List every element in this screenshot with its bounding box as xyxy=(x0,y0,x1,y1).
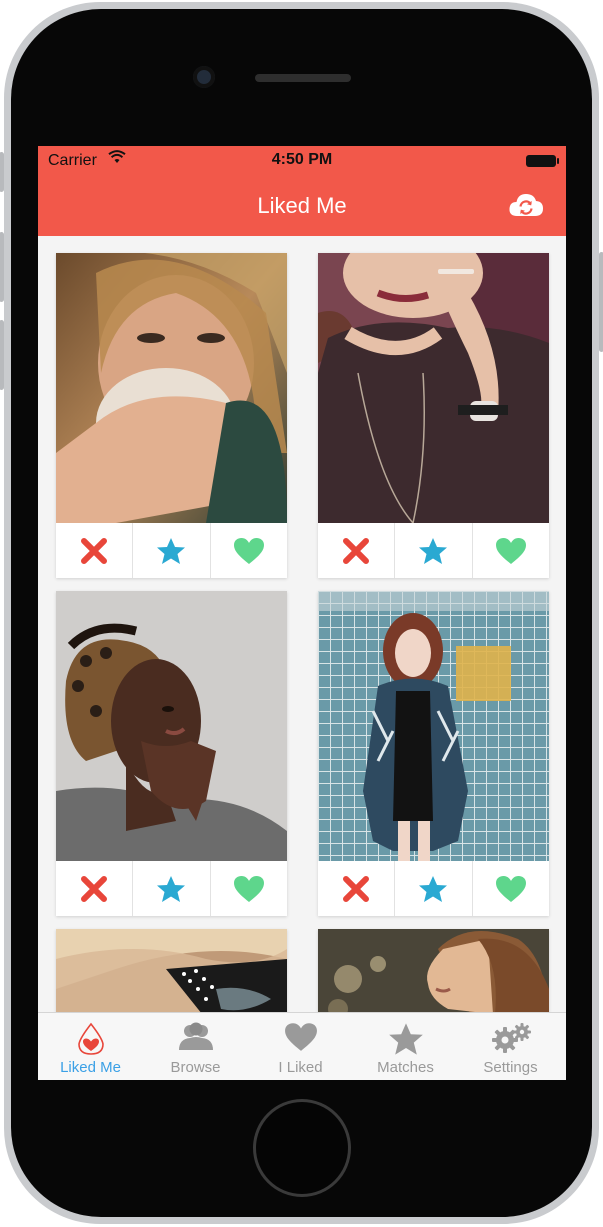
like-button[interactable] xyxy=(471,861,549,916)
favorite-button[interactable] xyxy=(394,523,471,578)
profile-photo[interactable] xyxy=(318,591,549,861)
profile-photo[interactable] xyxy=(56,591,287,861)
like-button[interactable] xyxy=(209,523,287,578)
heart-icon xyxy=(495,875,526,902)
tab-bar: Liked Me Browse I Liked Matches Settings xyxy=(38,1012,566,1080)
battery-icon xyxy=(526,155,559,167)
profile-card[interactable] xyxy=(318,253,549,578)
heart-icon xyxy=(233,537,264,564)
gears-icon xyxy=(491,1023,531,1053)
nav-bar: Liked Me xyxy=(38,176,566,236)
favorite-button[interactable] xyxy=(394,861,471,916)
reject-button[interactable] xyxy=(318,861,394,916)
tab-liked-me[interactable]: Liked Me xyxy=(38,1013,143,1080)
favorite-button[interactable] xyxy=(132,861,209,916)
volume-up-button xyxy=(0,232,4,302)
power-button xyxy=(599,252,603,352)
star-icon xyxy=(419,875,448,902)
home-button[interactable] xyxy=(256,1102,348,1194)
tab-settings[interactable]: Settings xyxy=(458,1013,563,1080)
star-icon xyxy=(157,537,186,564)
favorite-button[interactable] xyxy=(132,523,209,578)
reject-icon xyxy=(343,875,370,902)
tab-i-liked-label: I Liked xyxy=(278,1059,323,1076)
reject-icon xyxy=(343,537,370,564)
page-title: Liked Me xyxy=(257,193,347,218)
star-icon xyxy=(157,875,186,902)
card-actions xyxy=(56,861,287,916)
tab-browse-label: Browse xyxy=(170,1059,221,1076)
tab-matches[interactable]: Matches xyxy=(353,1013,458,1080)
star-icon xyxy=(419,537,448,564)
star-icon xyxy=(388,1023,423,1055)
like-button[interactable] xyxy=(209,861,287,916)
reject-icon xyxy=(81,537,108,564)
profile-card[interactable] xyxy=(56,591,287,916)
reject-button[interactable] xyxy=(56,523,132,578)
reject-button[interactable] xyxy=(318,523,394,578)
heart-icon xyxy=(284,1023,317,1051)
tab-matches-label: Matches xyxy=(377,1059,434,1076)
profile-card[interactable] xyxy=(318,591,549,916)
heart-icon xyxy=(233,875,264,902)
tab-browse[interactable]: Browse xyxy=(143,1013,248,1080)
volume-down-button xyxy=(0,320,4,390)
reject-icon xyxy=(81,875,108,902)
earpiece-speaker xyxy=(255,74,351,82)
app-screen: Carrier 4:50 PM Liked Me Liked Me Browse… xyxy=(38,146,566,1080)
like-button[interactable] xyxy=(471,523,549,578)
front-camera xyxy=(193,66,215,88)
profile-photo[interactable] xyxy=(318,253,549,523)
tab-liked-me-label: Liked Me xyxy=(60,1059,121,1076)
heart-icon xyxy=(495,537,526,564)
status-bar: Carrier 4:50 PM xyxy=(38,146,566,176)
card-actions xyxy=(318,523,549,578)
cloud-sync-icon[interactable] xyxy=(508,192,544,223)
tab-settings-label: Settings xyxy=(483,1059,538,1076)
profile-card[interactable] xyxy=(56,253,287,578)
people-icon xyxy=(178,1022,213,1050)
reject-button[interactable] xyxy=(56,861,132,916)
status-time: 4:50 PM xyxy=(271,151,333,168)
tab-i-liked[interactable]: I Liked xyxy=(248,1013,353,1080)
drop-heart-icon xyxy=(77,1022,104,1055)
liked-me-grid xyxy=(38,236,566,1080)
silent-switch xyxy=(0,152,4,192)
card-actions xyxy=(56,523,287,578)
profile-photo[interactable] xyxy=(56,253,287,523)
card-actions xyxy=(318,861,549,916)
